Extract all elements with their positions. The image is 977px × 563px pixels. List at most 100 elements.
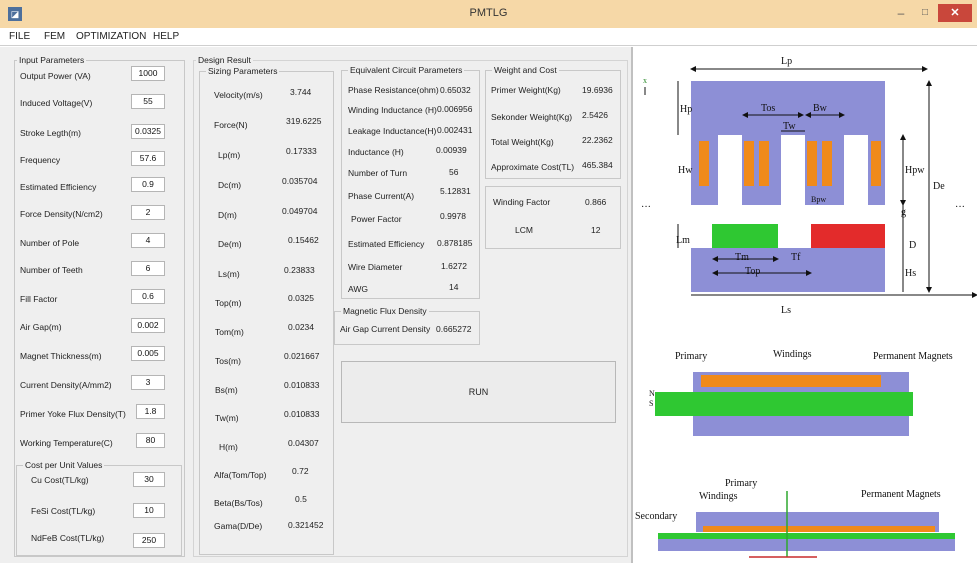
hp-dim-label: Hp [680, 104, 692, 115]
primer-yoke-flux-label: Primer Yoke Flux Density(T) [20, 409, 126, 419]
induced-voltage-input[interactable]: 55 [131, 94, 165, 109]
magnet-n-block [712, 224, 778, 248]
number-of-teeth-label: Number of Teeth [20, 265, 83, 275]
windings-label: Windings [773, 349, 812, 360]
winding-inductance-label: Winding Inductance (H) [348, 105, 437, 115]
design-result-title: Design Result [196, 55, 253, 65]
power-factor-value: 0.9978 [440, 211, 466, 221]
lcm-value: 12 [591, 225, 601, 235]
air-gap-input[interactable]: 0.002 [131, 318, 165, 333]
cu-cost-input[interactable]: 30 [133, 472, 165, 487]
output-power-input[interactable]: 1000 [131, 66, 165, 81]
leakage-inductance-label: Leakage Inductance(H) [348, 126, 437, 136]
air-gap-label: Air Gap(m) [20, 322, 62, 332]
permanent-magnets-label-bottom: Permanent Magnets [861, 489, 941, 500]
output-power-label: Output Power (VA) [20, 71, 91, 81]
tos-label: Tos(m) [215, 356, 241, 366]
total-weight-label: Total Weight(Kg) [491, 137, 554, 147]
magnet-thickness-input[interactable]: 0.005 [131, 346, 165, 361]
tom-value: 0.0234 [288, 322, 314, 332]
secondary-3d-core [693, 416, 909, 436]
leakage-inductance-value: 0.002431 [437, 125, 473, 135]
number-of-pole-input[interactable]: 4 [131, 233, 165, 248]
tom-label: Tom(m) [215, 327, 244, 337]
secondary-3d-magnets [655, 392, 913, 416]
approximate-cost-value: 465.384 [582, 160, 613, 170]
cu-cost-label: Cu Cost(TL/kg) [31, 475, 89, 485]
estimated-efficiency-result-value: 0.878185 [437, 238, 473, 248]
input-parameters-title: Input Parameters [17, 55, 87, 65]
sekonder-weight-label: Sekonder Weight(Kg) [491, 112, 573, 122]
close-button[interactable]: ✕ [938, 4, 972, 22]
awg-value: 14 [449, 282, 459, 292]
number-of-pole-label: Number of Pole [20, 238, 80, 248]
primary-label: Primary [675, 351, 707, 362]
ndfeb-cost-label: NdFeB Cost(TL/kg) [31, 533, 105, 543]
lm-dim-label: Lm [676, 235, 690, 246]
wire-diameter-label: Wire Diameter [348, 262, 403, 272]
top-label: Top(m) [215, 298, 242, 308]
working-temperature-input[interactable]: 80 [136, 433, 165, 448]
right-dots: ··· [955, 202, 965, 213]
menu-optimization[interactable]: OPTIMIZATION [76, 31, 146, 42]
gama-value: 0.321452 [288, 520, 324, 530]
air-gap-current-density-label: Air Gap Current Density [340, 324, 431, 334]
fesi-cost-input[interactable]: 10 [133, 503, 165, 518]
de-value: 0.15462 [288, 235, 319, 245]
winding-coil-3 [759, 141, 769, 186]
stroke-length-input[interactable]: 0.0325 [131, 124, 165, 139]
tos-dim-label: Tos [761, 103, 775, 114]
winding-coil-1 [699, 141, 709, 186]
secondary-label: Secondary [635, 511, 677, 522]
weight-cost-title: Weight and Cost [492, 65, 559, 75]
alfa-value: 0.72 [292, 466, 309, 476]
ls-label: Ls(m) [218, 269, 240, 279]
total-weight-value: 22.2362 [582, 135, 613, 145]
velocity-label: Velocity(m/s) [214, 90, 263, 100]
tm-dim-label: Tm [735, 252, 749, 263]
air-gap-current-density-value: 0.665272 [436, 324, 472, 334]
magnetic-flux-title: Magnetic Flux Density [341, 306, 429, 316]
primary-label-bottom: Primary [725, 478, 757, 489]
machine-geometry-figure: Lp Hp Tos Bw Tw Hw Hpw Bpw De g Lm D Tm … [635, 56, 977, 558]
menu-help[interactable]: HELP [153, 31, 179, 42]
force-label: Force(N) [214, 120, 248, 130]
phase-current-label: Phase Current(A) [348, 191, 415, 201]
ndfeb-cost-input[interactable]: 250 [133, 533, 165, 548]
working-temperature-label: Working Temperature(C) [20, 438, 113, 448]
maximize-button[interactable]: □ [913, 4, 937, 22]
lp-value: 0.17333 [286, 146, 317, 156]
bs-label: Bs(m) [215, 385, 238, 395]
minimize-button[interactable]: – [889, 4, 913, 22]
menu-file[interactable]: FILE [9, 31, 30, 42]
geometry-figure-panel: Lp Hp Tos Bw Tw Hw Hpw Bpw De g Lm D Tm … [633, 47, 977, 563]
lp-label: Lp(m) [218, 150, 241, 160]
fill-factor-label: Fill Factor [20, 294, 58, 304]
approximate-cost-label: Approximate Cost(TL) [491, 162, 575, 172]
beta-label: Beta(Bs/Tos) [214, 498, 263, 508]
phase-resistance-value: 0.65032 [440, 85, 471, 95]
phase-resistance-label: Phase Resistance(ohm) [348, 85, 439, 95]
tos-value: 0.021667 [284, 351, 320, 361]
d-dim-label: D [909, 240, 916, 251]
number-of-teeth-input[interactable]: 6 [131, 261, 165, 276]
x-axis-label: x [643, 76, 647, 85]
winding-coil-5 [822, 141, 832, 186]
sizing-parameters-group: Sizing Parameters [199, 66, 334, 555]
hw-dim-label: Hw [678, 165, 693, 176]
menu-fem[interactable]: FEM [44, 31, 65, 42]
winding-inductance-value: 0.006956 [437, 104, 473, 114]
tf-dim-label: Tf [791, 252, 801, 263]
magnets-bottom [658, 533, 955, 539]
current-density-input[interactable]: 3 [131, 375, 165, 390]
estimated-efficiency-input[interactable]: 0.9 [131, 177, 165, 192]
force-density-input[interactable]: 2 [131, 205, 165, 220]
fill-factor-input[interactable]: 0.6 [131, 289, 165, 304]
primary-core [691, 81, 885, 205]
frequency-input[interactable]: 57.6 [131, 151, 165, 166]
winding-coil-2 [744, 141, 754, 186]
run-button[interactable]: RUN [341, 361, 616, 423]
primer-yoke-flux-input[interactable]: 1.8 [136, 404, 165, 419]
window-title: PMTLG [469, 7, 508, 19]
force-value: 319.6225 [286, 116, 322, 126]
